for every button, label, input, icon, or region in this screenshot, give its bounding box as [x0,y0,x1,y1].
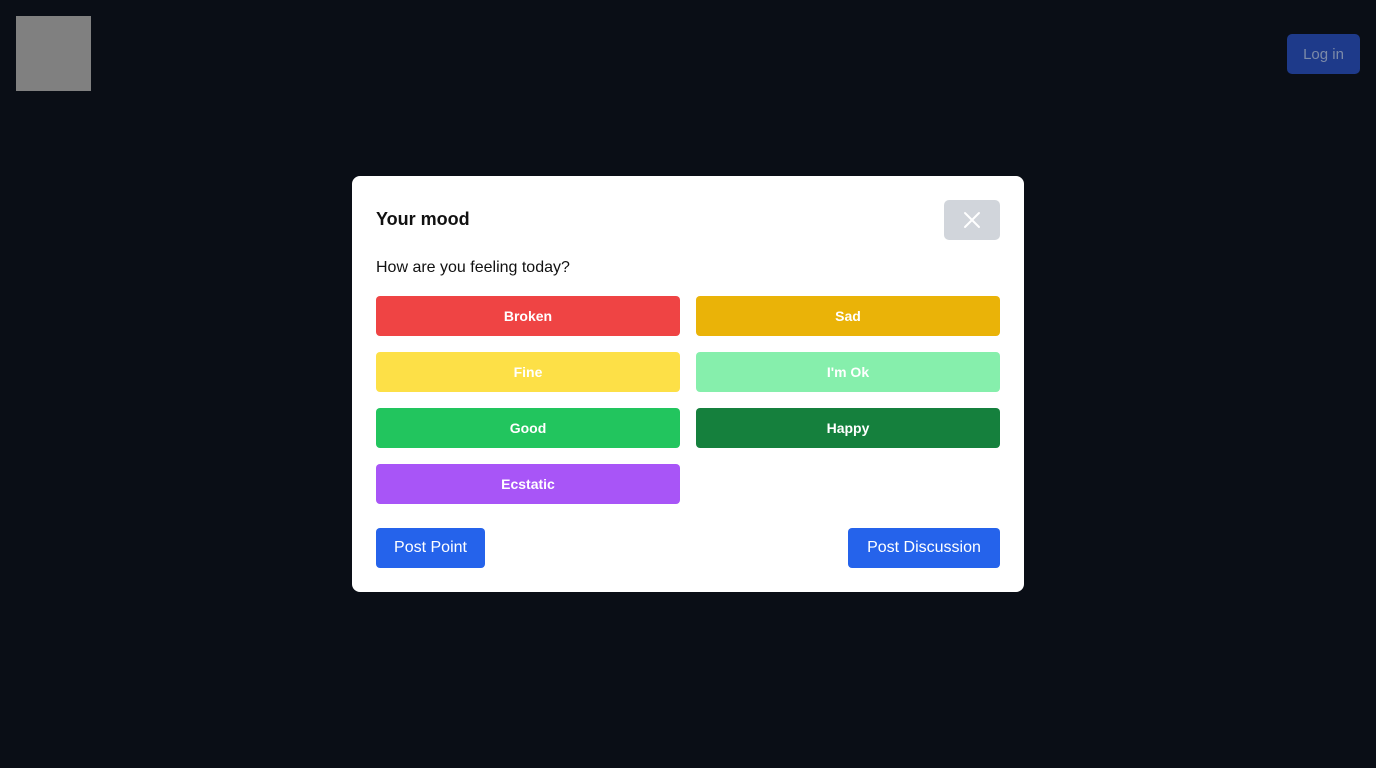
mood-happy-button[interactable]: Happy [696,408,1000,448]
mood-question: How are you feeling today? [376,259,570,276]
login-button[interactable]: Log in [1287,34,1360,74]
post-discussion-button[interactable]: Post Discussion [848,528,1000,568]
mood-ecstatic-button[interactable]: Ecstatic [376,464,680,504]
mood-modal: Your mood How are you feeling today? Bro… [352,176,1024,592]
post-point-button[interactable]: Post Point [376,528,485,568]
mood-options: Broken Sad Fine I'm Ok Good Happy Ecstat… [376,296,1000,504]
mood-good-button[interactable]: Good [376,408,680,448]
logo-image [16,16,91,91]
mood-sad-button[interactable]: Sad [696,296,1000,336]
modal-title: Your mood [376,209,470,229]
mood-fine-button[interactable]: Fine [376,352,680,392]
mood-broken-button[interactable]: Broken [376,296,680,336]
close-button[interactable] [944,200,1000,240]
mood-ok-button[interactable]: I'm Ok [696,352,1000,392]
close-icon [964,212,980,228]
